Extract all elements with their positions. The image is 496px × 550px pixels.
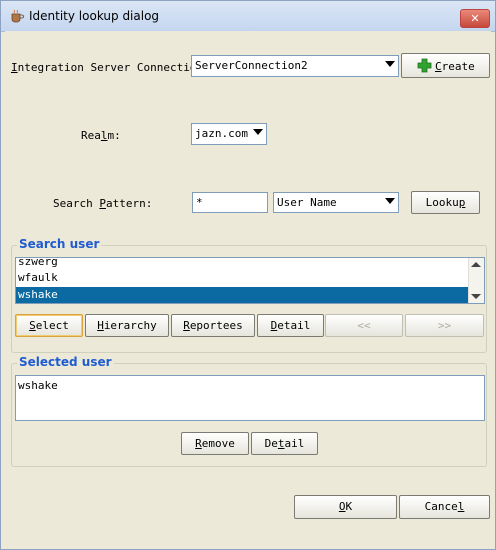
selected-user-title: Selected user	[17, 355, 114, 369]
list-item[interactable]: szwerg	[16, 258, 468, 270]
list-item-selected[interactable]: wshake	[16, 287, 468, 303]
realm-combo[interactable]: jazn.com	[191, 123, 267, 145]
scroll-up-icon[interactable]	[471, 262, 481, 267]
identity-lookup-dialog: Identity lookup dialog ✕ Integration Ser…	[0, 0, 496, 550]
detail-button[interactable]: Detail	[257, 314, 324, 337]
plus-icon	[417, 58, 432, 73]
create-button[interactable]: Create	[401, 53, 490, 78]
selected-user-list[interactable]: wshake	[15, 375, 485, 421]
chevron-down-icon	[385, 198, 395, 204]
scroll-down-icon[interactable]	[471, 294, 481, 299]
search-pattern-label: Search Pattern:	[53, 197, 153, 210]
realm-label: Realm:	[81, 129, 121, 142]
window-title: Identity lookup dialog	[29, 9, 160, 23]
vertical-scrollbar[interactable]	[468, 258, 484, 303]
search-type-value: User Name	[277, 196, 337, 209]
chevron-down-icon	[385, 61, 395, 67]
connection-label: Integration Server Connection	[11, 61, 204, 74]
chevron-down-icon	[253, 129, 263, 135]
dialog-body: Integration Server Connection ServerConn…	[5, 31, 491, 543]
remove-button[interactable]: Remove	[181, 432, 249, 455]
list-item[interactable]: wshake	[16, 378, 468, 394]
title-bar: Identity lookup dialog ✕	[1, 1, 495, 32]
list-item[interactable]: wfaulk	[16, 270, 468, 286]
coffee-cup-icon	[11, 9, 24, 23]
detail-selected-button[interactable]: Detail	[251, 432, 318, 455]
connection-value: ServerConnection2	[195, 59, 308, 72]
ok-button[interactable]: OK	[294, 495, 397, 519]
search-pattern-value: *	[196, 196, 203, 209]
search-pattern-input[interactable]: *	[192, 192, 268, 213]
search-user-list[interactable]: szwerg wfaulk wshake	[15, 257, 485, 304]
realm-value: jazn.com	[195, 127, 248, 140]
close-button[interactable]: ✕	[460, 9, 490, 28]
search-type-combo[interactable]: User Name	[273, 192, 399, 213]
previous-page-button[interactable]: <<	[325, 314, 403, 337]
connection-combo[interactable]: ServerConnection2	[191, 55, 399, 77]
reportees-button[interactable]: Reportees	[171, 314, 255, 337]
lookup-button[interactable]: Lookup	[411, 191, 480, 214]
select-button[interactable]: Select	[15, 314, 83, 337]
next-page-button[interactable]: >>	[405, 314, 484, 337]
search-user-title: Search user	[17, 237, 102, 251]
cancel-button[interactable]: Cancel	[399, 495, 490, 519]
hierarchy-button[interactable]: Hierarchy	[85, 314, 169, 337]
